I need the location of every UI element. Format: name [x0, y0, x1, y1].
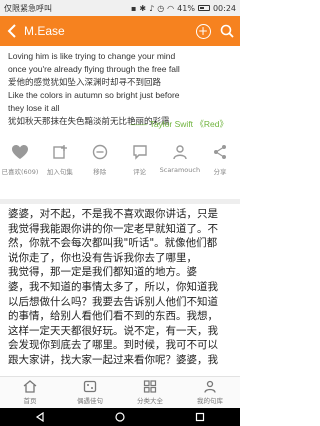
body-line: 跟大家讲，找大家一起过来看你呢？婆婆，我 [8, 353, 218, 366]
clock: 00:24 [212, 3, 236, 13]
square-recents-icon [195, 412, 205, 422]
user-icon [170, 142, 190, 162]
add-to-collection-button[interactable]: 加入句集 [40, 142, 80, 184]
nav-my-library[interactable]: 我的句库 [180, 377, 240, 408]
heart-icon [10, 142, 30, 162]
comment-button[interactable]: 评论 [120, 142, 160, 184]
quote-line: Loving him is like trying to change your… [8, 51, 176, 61]
nav-home-label: 首页 [23, 397, 37, 405]
page-title: M.Ease [24, 24, 65, 38]
battery-icon [197, 5, 210, 11]
add-to-collection-label: 加入句集 [46, 168, 73, 176]
battery-percent: 41% [177, 3, 195, 13]
body-line: 说你走了，你也没有告诉我你去了哪里， [8, 251, 197, 264]
search-button[interactable] [214, 16, 240, 46]
comment-label: 评论 [133, 168, 147, 176]
bottom-nav: 首页 偶遇佳句 分类大全 我的句库 [0, 376, 240, 408]
article-body: 婆婆，对不起，不是我不喜欢跟你讲话，只是 我觉得我能跟你讲的你一定老早就知道了。… [8, 207, 234, 376]
like-count-label: 已喜欢(609) [1, 168, 39, 176]
bluetooth-icon: ✱ [139, 3, 147, 13]
nav-my-library-label: 我的句库 [197, 397, 223, 405]
add-circle-icon: + [195, 23, 211, 39]
body-line: 然，你就不会每次都叫我"听话"。就像他们都 [8, 237, 218, 250]
system-home-button[interactable] [110, 408, 130, 426]
mute-icon: ♪ [149, 3, 155, 13]
quote-line: they lose it all [8, 103, 60, 113]
alarm-icon: ◷ [157, 3, 165, 13]
body-line: 我觉得我能跟你讲的你一定老早就知道了。不 [8, 222, 218, 235]
wifi-icon: ◠ [167, 3, 175, 13]
triangle-back-icon [35, 412, 44, 422]
my-library-icon [204, 380, 216, 393]
remove-icon [90, 142, 110, 162]
action-bar: 已喜欢(609) 加入句集 移除 评论 Scaramouch 分享 [0, 142, 240, 184]
remove-button[interactable]: 移除 [80, 142, 120, 184]
body-line: 婆婆，对不起，不是我不喜欢跟你讲话，只是 [8, 208, 218, 220]
share-label: 分享 [213, 168, 227, 176]
remove-label: 移除 [93, 168, 107, 176]
app-header: M.Ease + [0, 16, 240, 46]
section-divider [0, 199, 240, 204]
notification-icon: ▪ [130, 3, 137, 13]
quote-line: Like the colors in autumn so bright just… [8, 90, 180, 100]
like-button[interactable]: 已喜欢(609) [0, 142, 40, 184]
system-nav-bar [0, 408, 240, 426]
body-line: 的事情，给别人看他们看不到的东西。我想， [8, 310, 218, 323]
quote-text: Loving him is like trying to change your… [8, 50, 236, 128]
nav-random-quote-label: 偶遇佳句 [77, 397, 103, 405]
back-arrow-icon [7, 24, 16, 38]
system-recents-button[interactable] [190, 408, 210, 426]
author-button[interactable]: Scaramouch [160, 142, 200, 184]
search-icon [220, 24, 234, 38]
comment-icon [130, 142, 150, 162]
body-line: 婆，我不知道的事情太多了，所以，你知道我 [8, 280, 218, 293]
quote-line: once you're already flying through the f… [8, 64, 180, 74]
body-line: 这样一定天天都很好玩。说不定，有一天，我 [8, 324, 218, 337]
status-icons: ▪ ✱ ♪ ◷ ◠ 41% 00:24 [131, 4, 236, 13]
nav-categories-label: 分类大全 [137, 397, 163, 405]
home-icon [23, 380, 37, 393]
body-line: 我觉得，那一定是我们都知道的地方。婆 [8, 266, 197, 279]
body-line: 会发现你到底去了哪里。到时候，我可不可以 [8, 339, 218, 352]
share-icon [210, 142, 230, 162]
body-line: 以后想做什么吗？我要去告诉别人他们不知道 [8, 295, 218, 308]
back-button[interactable] [0, 16, 24, 46]
quote-attribution[interactable]: —— Taylor Swift 《Red》 [130, 118, 228, 130]
collection-icon [50, 142, 70, 162]
circle-home-icon [115, 412, 125, 422]
random-quote-icon [83, 380, 97, 393]
author-label: Scaramouch [159, 166, 201, 174]
nav-home[interactable]: 首页 [0, 377, 60, 408]
status-bar: 仅限紧急呼叫 ▪ ✱ ♪ ◷ ◠ 41% 00:24 [0, 0, 240, 16]
add-button[interactable]: + [192, 16, 214, 46]
system-back-button[interactable] [30, 408, 50, 426]
categories-icon [143, 380, 157, 393]
carrier-text: 仅限紧急呼叫 [4, 3, 52, 13]
quote-line: 爱他的感觉犹如坠入深渊时却寻不到回路 [8, 77, 162, 87]
nav-random-quote[interactable]: 偶遇佳句 [60, 377, 120, 408]
share-button[interactable]: 分享 [200, 142, 240, 184]
nav-categories[interactable]: 分类大全 [120, 377, 180, 408]
